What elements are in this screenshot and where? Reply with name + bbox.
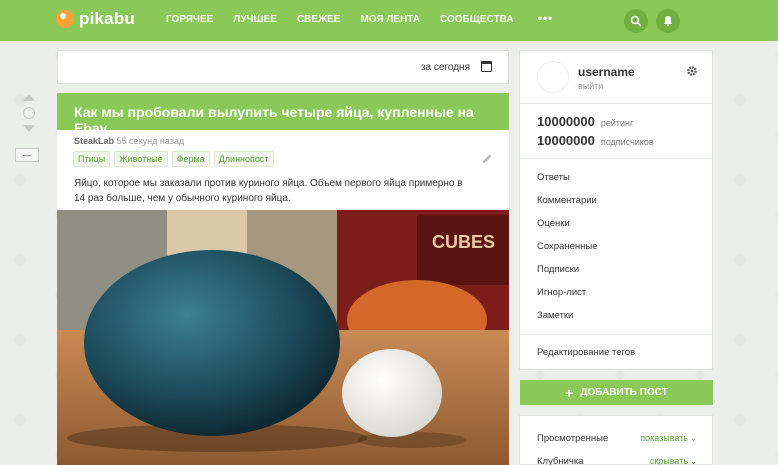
subscribers-label: подписчиков xyxy=(600,137,654,147)
search-icon xyxy=(630,15,642,27)
post-card: Как мы пробовали вылупить четыре яйца, к… xyxy=(57,93,509,465)
top-navbar: pikabu ГОРЯЧЕЕ ЛУЧШЕЕ СВЕЖЕЕ МОЯ ЛЕНТА С… xyxy=(0,0,778,41)
rating-value: 10000000 xyxy=(537,114,595,129)
profile-menu: Ответы Комментарии Оценки Сохраненные По… xyxy=(537,171,598,332)
search-button[interactable] xyxy=(624,9,648,33)
menu-comments[interactable]: Комментарии xyxy=(537,194,598,217)
rating-stat: 10000000 рейтинг xyxy=(537,114,633,129)
rating-label: рейтинг xyxy=(600,118,634,128)
date-filter-label[interactable]: за сегодня xyxy=(421,62,470,73)
menu-replies[interactable]: Ответы xyxy=(537,171,598,194)
divider xyxy=(520,334,712,335)
nav-my-feed[interactable]: МОЯ ЛЕНТА xyxy=(360,14,420,25)
nav-hot[interactable]: ГОРЯЧЕЕ xyxy=(166,14,213,25)
avatar[interactable] xyxy=(537,61,569,93)
tag-longpost[interactable]: Длиннопост xyxy=(213,151,274,167)
calendar-icon[interactable] xyxy=(481,61,492,72)
logout-link[interactable]: выйти xyxy=(578,81,603,91)
profile-username[interactable]: username xyxy=(578,65,635,79)
profile-panel: username выйти 10000000 рейтинг 10000000… xyxy=(519,50,713,370)
collapse-post-button[interactable] xyxy=(15,148,39,162)
date-filter-bar: за сегодня xyxy=(57,50,509,84)
filter-nsfw-dropdown[interactable]: скрывать xyxy=(650,456,697,465)
nav-best[interactable]: ЛУЧШЕЕ xyxy=(233,14,277,25)
nav-fresh[interactable]: СВЕЖЕЕ xyxy=(297,14,341,25)
logo-text: pikabu xyxy=(79,9,135,28)
subscribers-value: 10000000 xyxy=(537,133,595,148)
edit-tags-link[interactable]: Редактирование тегов xyxy=(537,347,635,358)
tag-animals[interactable]: Животные xyxy=(114,151,168,167)
divider xyxy=(520,103,712,104)
post-time: 55 секунд назад xyxy=(116,136,185,146)
notifications-button[interactable] xyxy=(656,9,680,33)
post-tags: Птицы Животные Ферма Длиннопост xyxy=(73,151,278,167)
tag-birds[interactable]: Птицы xyxy=(73,151,111,167)
bell-icon xyxy=(663,16,673,27)
menu-saved[interactable]: Сохраненные xyxy=(537,240,598,263)
emu-egg-photo: CUBES xyxy=(57,210,509,465)
logo-icon xyxy=(56,10,74,28)
filter-viewed-label: Просмотренные xyxy=(537,433,609,444)
plus-icon: + xyxy=(565,384,574,401)
divider xyxy=(520,158,712,159)
post-author[interactable]: SteakLab xyxy=(74,136,114,146)
minus-icon xyxy=(23,154,31,156)
menu-subscriptions[interactable]: Подписки xyxy=(537,263,598,286)
upvote-icon[interactable] xyxy=(23,94,35,101)
post-meta: SteakLab 55 секунд назад xyxy=(57,130,509,152)
filters-panel: Просмотренные показывать Клубничка скрыв… xyxy=(519,415,713,465)
subscribers-stat: 10000000 подписчиков xyxy=(537,133,654,148)
filter-row-viewed: Просмотренные показывать xyxy=(537,433,697,444)
post-image[interactable]: CUBES xyxy=(57,210,509,465)
nav-communities[interactable]: СООБЩЕСТВА xyxy=(440,14,514,25)
vote-column xyxy=(19,94,39,132)
post-text: Яйцо, которое мы заказали против куриног… xyxy=(74,178,463,204)
menu-notes[interactable]: Заметки xyxy=(537,309,598,332)
filter-nsfw-label: Клубничка xyxy=(537,456,584,465)
main-nav: ГОРЯЧЕЕ ЛУЧШЕЕ СВЕЖЕЕ МОЯ ЛЕНТА СООБЩЕСТ… xyxy=(166,11,554,25)
downvote-icon[interactable] xyxy=(23,125,35,132)
pencil-icon[interactable] xyxy=(482,153,493,164)
post-title[interactable]: Как мы пробовали вылупить четыре яйца, к… xyxy=(57,93,509,136)
add-post-button[interactable]: + ДОБАВИТЬ ПОСТ xyxy=(520,380,713,405)
logo[interactable]: pikabu xyxy=(56,9,135,29)
clock-icon xyxy=(23,107,35,119)
filter-viewed-dropdown[interactable]: показывать xyxy=(640,433,697,443)
tag-farm[interactable]: Ферма xyxy=(171,151,210,167)
menu-ratings[interactable]: Оценки xyxy=(537,217,598,240)
filter-row-nsfw: Клубничка скрывать xyxy=(537,456,697,465)
add-post-label: ДОБАВИТЬ ПОСТ xyxy=(580,387,668,398)
nav-more-button[interactable]: ••• xyxy=(538,11,554,25)
gear-icon[interactable] xyxy=(686,65,698,77)
image-sign-text: CUBES xyxy=(432,232,495,252)
menu-ignore-list[interactable]: Игнор-лист xyxy=(537,286,598,309)
